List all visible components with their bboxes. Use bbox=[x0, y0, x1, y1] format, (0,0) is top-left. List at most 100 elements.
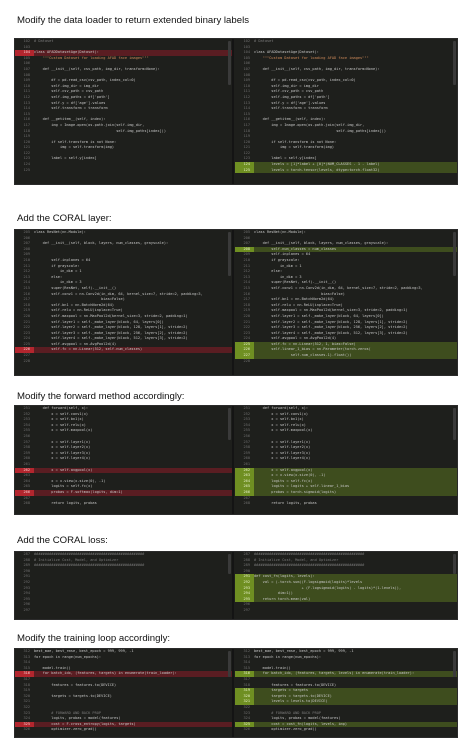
code-text: img = self.transform(img) bbox=[254, 145, 335, 150]
diff-pane-modified[interactable]: 251 def forward(self, x): 252 x = self.co… bbox=[235, 406, 457, 514]
diff-pane-original[interactable]: 251 def forward(self, x): 252 x = self.co… bbox=[15, 406, 234, 514]
scrollbar[interactable] bbox=[228, 651, 231, 678]
code-text: self.fc = nn.Linear(512, self.num_classe… bbox=[34, 347, 143, 352]
code-text: self.layer1 = self._make_layer(block, 64… bbox=[254, 313, 384, 318]
line-number: 268 bbox=[23, 501, 31, 506]
code-text: df = pd.read_csv(csv_path, index_col=0) bbox=[254, 78, 356, 83]
scrollbar[interactable] bbox=[228, 232, 231, 276]
code-text: self.img_paths = df['path'] bbox=[34, 94, 110, 99]
added-code-line: 125 levels = torch.tensor(levels, dtype=… bbox=[235, 167, 457, 174]
code-text: probas = F.softmax(logits, dim=1) bbox=[34, 489, 123, 494]
diff-viewer[interactable]: 205 class ResNet(nn.Module): 206 207 def __… bbox=[14, 229, 458, 376]
code-text: # Initialize Cost, Model, and Optimizer bbox=[34, 557, 119, 562]
diff-viewer[interactable]: 287 #####################################… bbox=[14, 551, 458, 620]
scrollbar[interactable] bbox=[228, 554, 231, 575]
code-text: self.img_paths[index])) bbox=[254, 128, 386, 133]
code-text: x = self.layer3(x) bbox=[254, 450, 311, 455]
code-text: self.num_classes-1).float()) bbox=[254, 353, 352, 358]
code-text: logits = self.fc(x) bbox=[254, 478, 313, 483]
section-heading: Modify the data loader to return extende… bbox=[17, 15, 249, 26]
code-text: self.layer3 = self._make_layer(block, 25… bbox=[254, 325, 408, 330]
code-text: self.layer3 = self._make_layer(block, 25… bbox=[34, 330, 188, 335]
code-line: 268 return logits, probas bbox=[235, 501, 457, 507]
code-line: 297 bbox=[15, 608, 232, 614]
code-text: probas = torch.sigmoid(logits) bbox=[254, 489, 337, 494]
code-text: optimizer.zero_grad() bbox=[34, 727, 97, 732]
code-text: ########################################… bbox=[34, 552, 145, 556]
code-text: def cost_fn(logits, levels): bbox=[254, 574, 315, 579]
code-text: def __init__(self, block, layers, num_cl… bbox=[254, 241, 389, 246]
code-text: self.transform = transform bbox=[254, 106, 328, 111]
code-text: levels = [1]*label + [0]*(NUM_CLASSES - … bbox=[254, 162, 380, 167]
diff-pane-original[interactable]: 287 #####################################… bbox=[15, 552, 234, 619]
line-number: 228 bbox=[23, 358, 31, 363]
code-text: self.img_dir = img_dir bbox=[34, 83, 99, 88]
code-text: def __getitem__(self, index): bbox=[34, 117, 106, 122]
code-text: cost = cost_fn(logits, levels, imp) bbox=[254, 721, 348, 726]
code-text: x = self.conv1(x) bbox=[34, 411, 89, 416]
code-text: logits = logits + self.linear_1_bias bbox=[254, 484, 350, 489]
section-heading: Modify the training loop accordingly: bbox=[17, 633, 171, 644]
diff-pane-original[interactable]: 205 class ResNet(nn.Module): 206 207 def __… bbox=[15, 230, 234, 375]
scrollbar[interactable] bbox=[228, 41, 231, 85]
code-text: super(ResNet, self).__init__() bbox=[254, 280, 337, 285]
code-text: self.layer4 = self._make_layer(block, 51… bbox=[254, 330, 408, 335]
diff-viewer[interactable]: 312 best_mae, best_rmse, best_epoch = 999… bbox=[14, 648, 458, 738]
code-text: targets = targets bbox=[254, 688, 309, 693]
diff-pane-modified[interactable]: 102 # Dataset 103 104 class AFADDatasetAge(D… bbox=[235, 39, 457, 184]
diff-pane-modified[interactable]: 205 class ResNet(nn.Module): 206 207 def __… bbox=[235, 230, 457, 375]
scrollbar[interactable] bbox=[453, 232, 456, 276]
line-number: 297 bbox=[243, 607, 251, 612]
code-text: features = features.to(DEVICE) bbox=[34, 682, 117, 687]
code-text: self.img_paths[index])) bbox=[34, 128, 166, 133]
code-text: return logits, probas bbox=[34, 501, 97, 506]
code-text: # FORWARD AND BACK PROP bbox=[34, 710, 102, 715]
code-text: val = (-torch.sum((F.logsigmoid(logits)*… bbox=[254, 579, 363, 584]
code-text: x = self.layer2(x) bbox=[254, 445, 311, 450]
code-text: x = self.bn1(x) bbox=[34, 417, 84, 422]
code-text: x = self.layer4(x) bbox=[34, 456, 91, 461]
code-text: logits, probas = model(features) bbox=[34, 716, 121, 721]
code-text: x = self.relu(x) bbox=[34, 422, 86, 427]
code-text: self.layer2 = self._make_layer(block, 12… bbox=[34, 325, 188, 330]
line-number: 125 bbox=[23, 167, 31, 172]
code-text: img = Image.open(os.path.join(self.img_d… bbox=[254, 122, 365, 127]
section-heading: Add the CORAL loss: bbox=[17, 535, 108, 546]
code-line: 125 bbox=[15, 168, 232, 174]
diff-pane-modified[interactable]: 287 #####################################… bbox=[235, 552, 457, 619]
code-line: 228 bbox=[235, 359, 457, 365]
scrollbar[interactable] bbox=[453, 554, 456, 575]
scrollbar[interactable] bbox=[228, 408, 231, 441]
code-text: if self.transform is not None: bbox=[34, 139, 117, 144]
code-text: logits, probas = model(features) bbox=[254, 716, 341, 721]
code-text: x = self.avgpool(x) bbox=[34, 467, 93, 472]
scrollbar[interactable] bbox=[453, 651, 456, 678]
code-text: best_mae, best_rmse, best_epoch = 999, 9… bbox=[34, 649, 134, 653]
line-number: 326 bbox=[243, 727, 251, 732]
code-text: in_dim = 1 bbox=[34, 269, 82, 274]
diff-pane-modified[interactable]: 312 best_mae, best_rmse, best_epoch = 999… bbox=[235, 649, 457, 737]
code-text: self.avgpool = nn.AvgPool2d(4) bbox=[34, 341, 117, 346]
diff-pane-original[interactable]: 312 best_mae, best_rmse, best_epoch = 999… bbox=[15, 649, 234, 737]
diff-pane-original[interactable]: 102 # Dataset 103 104 class AFADDatasetAge(D… bbox=[15, 39, 234, 184]
line-number: 297 bbox=[23, 607, 31, 612]
code-line: 326 optimizer.zero_grad() bbox=[235, 727, 457, 733]
code-text: self.avgpool = nn.AvgPool2d(4) bbox=[254, 336, 337, 341]
code-text: model.train() bbox=[254, 665, 291, 670]
code-text: super(ResNet, self).__init__() bbox=[34, 285, 117, 290]
code-text: x = self.maxpool(x) bbox=[34, 428, 93, 433]
scrollbar[interactable] bbox=[453, 41, 456, 85]
code-text: self.y = df['age'].values bbox=[254, 100, 326, 105]
code-text: self.fc = nn.Linear(512, 1, bias=False) bbox=[254, 341, 356, 346]
code-text: cost = F.cross_entropy(logits, targets) bbox=[34, 721, 136, 726]
code-text: else: bbox=[254, 269, 283, 274]
code-text: for batch_idx, (features, targets) in en… bbox=[34, 671, 177, 676]
code-text: dim=1)) bbox=[254, 591, 293, 596]
code-text: if self.transform is not None: bbox=[254, 139, 337, 144]
diff-viewer[interactable]: 251 def forward(self, x): 252 x = self.co… bbox=[14, 405, 458, 515]
scrollbar[interactable] bbox=[453, 408, 456, 441]
diff-viewer[interactable]: 102 # Dataset 103 104 class AFADDatasetAge(D… bbox=[14, 38, 458, 185]
code-text: self.num_classes = num_classes bbox=[254, 246, 337, 251]
code-text: def __getitem__(self, index): bbox=[254, 117, 326, 122]
code-text: # Initialize Cost, Model, and Optimizer bbox=[254, 557, 339, 562]
